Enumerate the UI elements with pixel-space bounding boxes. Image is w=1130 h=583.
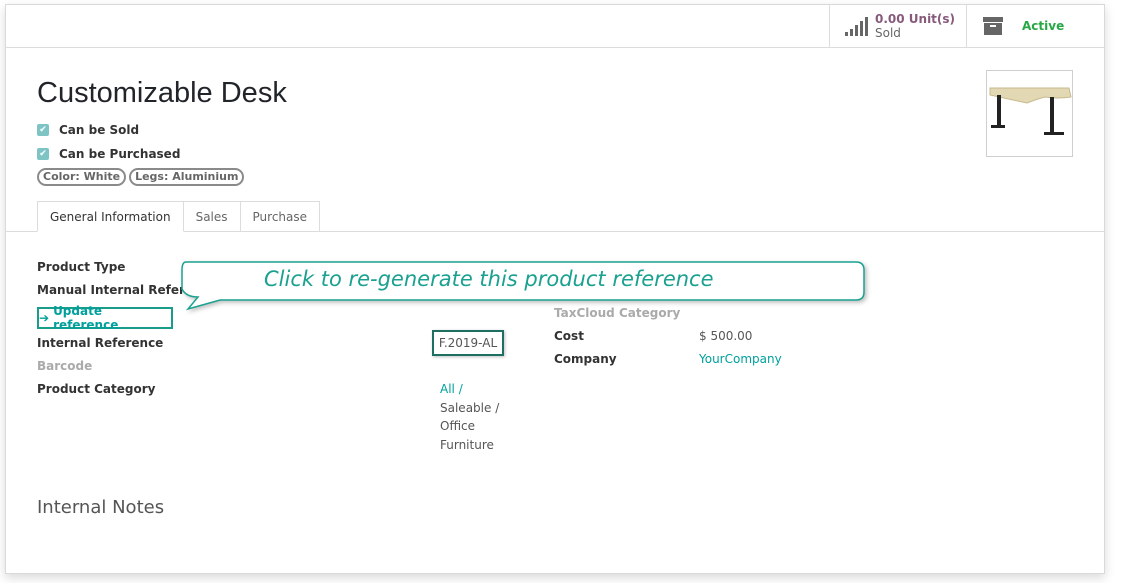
update-reference-button[interactable]: ➔ Update reference	[37, 304, 173, 332]
internal-ref-value: F.2019-AL	[438, 336, 498, 350]
cost-label: Cost	[554, 329, 584, 343]
product-type-label: Product Type	[37, 260, 126, 274]
notebook-tabs: General Information Sales Purchase	[37, 201, 321, 232]
tab-purchase[interactable]: Purchase	[239, 201, 321, 232]
product-category-value[interactable]: All / Saleable / Office Furniture	[440, 380, 499, 454]
can-be-purchased-label: Can be Purchased	[59, 147, 181, 161]
desk-image	[989, 87, 1072, 135]
tooltip-text: Click to re-generate this product refere…	[264, 267, 714, 291]
internal-ref-field[interactable]: F.2019-AL	[432, 330, 504, 356]
cost-value[interactable]: $ 500.00	[699, 329, 752, 343]
category-line: Office	[440, 419, 476, 433]
product-image[interactable]	[986, 70, 1073, 157]
signal-bars-icon	[845, 16, 869, 36]
sold-label: Sold	[875, 26, 901, 40]
category-line: All /	[440, 382, 463, 396]
can-be-sold-checkbox[interactable]: ✔	[37, 124, 49, 136]
arrow-right-icon: ➔	[39, 311, 50, 325]
tag-legs[interactable]: Legs: Aluminium	[129, 168, 245, 186]
can-be-sold-label: Can be Sold	[59, 123, 140, 137]
tag-color[interactable]: Color: White	[37, 168, 127, 186]
sold-value: 0.00 Unit(s)	[875, 12, 956, 26]
can-be-sold-row: ✔ Can be Sold	[37, 123, 139, 137]
company-value[interactable]: YourCompany	[699, 352, 782, 366]
form-sheet: 0.00 Unit(s) Sold Active Customizable De…	[5, 4, 1105, 574]
can-be-purchased-checkbox[interactable]: ✔	[37, 148, 49, 160]
can-be-purchased-row: ✔ Can be Purchased	[37, 147, 180, 161]
product-title[interactable]: Customizable Desk	[37, 77, 287, 110]
update-reference-label: Update reference	[53, 304, 119, 332]
internal-notes-title: Internal Notes	[37, 497, 165, 518]
company-label: Company	[554, 352, 617, 366]
product-category-label: Product Category	[37, 382, 156, 396]
archive-icon	[983, 17, 1003, 35]
active-label: Active	[1022, 19, 1065, 33]
sold-stat-button[interactable]: 0.00 Unit(s) Sold	[829, 5, 966, 47]
button-box: 0.00 Unit(s) Sold Active	[6, 5, 1104, 48]
category-line: Saleable /	[440, 400, 500, 415]
active-toggle-button[interactable]: Active	[966, 5, 1105, 47]
tab-sales[interactable]: Sales	[182, 201, 241, 232]
category-line: Furniture	[440, 437, 494, 452]
barcode-label: Barcode	[37, 359, 93, 373]
tab-general-information[interactable]: General Information	[37, 201, 184, 232]
attribute-tags: Color: White Legs: Aluminium	[37, 168, 245, 186]
internal-ref-label: Internal Reference	[37, 336, 164, 350]
